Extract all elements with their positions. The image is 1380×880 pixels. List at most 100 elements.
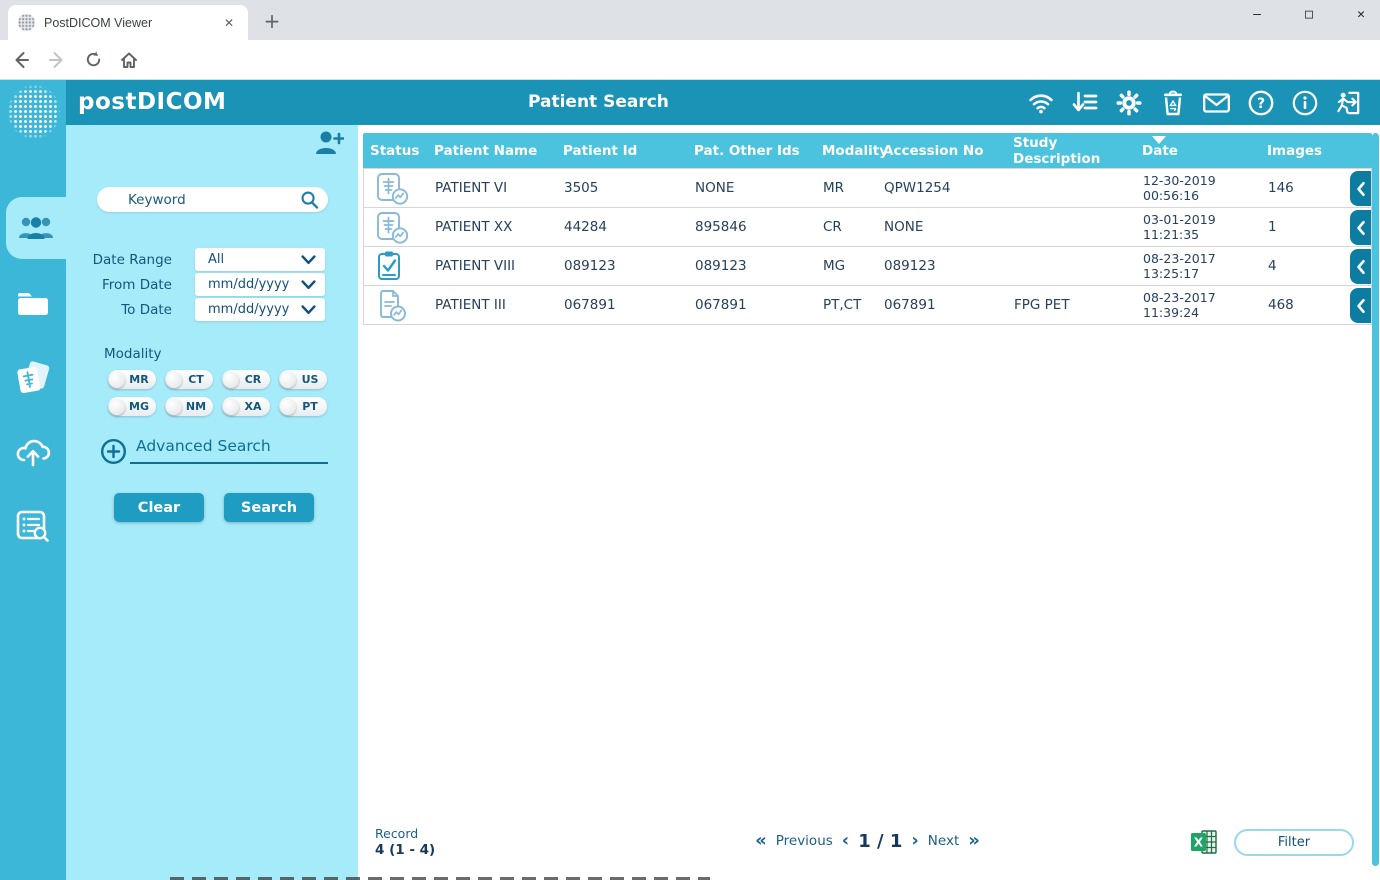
modality-cell: MR	[823, 180, 884, 196]
add-patient-button[interactable]	[314, 129, 344, 159]
to-date-label: To Date	[66, 302, 172, 318]
expand-row-button[interactable]	[1350, 171, 1371, 206]
pagination: « Previous ‹ 1 / 1 › Next »	[363, 830, 1372, 852]
filter-button[interactable]: Filter	[1234, 829, 1354, 856]
expand-row-button[interactable]	[1350, 210, 1371, 245]
keyword-search-icon[interactable]	[300, 190, 319, 209]
sidebar	[0, 125, 66, 880]
favicon-icon	[18, 14, 35, 31]
column-header-date[interactable]: Date	[1142, 133, 1267, 169]
column-header-other-ids[interactable]: Pat. Other Ids	[694, 133, 822, 169]
toggle-knob	[109, 372, 125, 388]
chevron-down-icon	[301, 254, 316, 265]
patient-name-cell: PATIENT XX	[435, 219, 564, 235]
clear-button[interactable]: Clear	[114, 493, 204, 522]
keyword-input[interactable]	[97, 187, 328, 212]
new-tab-button[interactable]: +	[258, 8, 286, 36]
sidebar-item-studies[interactable]	[0, 347, 66, 409]
column-header-modality[interactable]: Modality	[822, 133, 883, 169]
logout-icon[interactable]	[1335, 89, 1362, 116]
modality-option-label: CR	[239, 373, 270, 386]
window-maximize-button[interactable]: □	[1298, 2, 1320, 28]
refresh-button[interactable]	[78, 45, 108, 75]
table-row[interactable]: PATIENT XX 44284 895846 CR NONE 03-01-20…	[363, 207, 1372, 247]
modality-option-label: MG	[125, 400, 156, 413]
modality-toggle-ct[interactable]: CT	[165, 370, 213, 389]
table-row[interactable]: PATIENT VI 3505 NONE MR QPW1254 12-30-20…	[363, 168, 1372, 208]
from-date-select[interactable]: mm/dd/yyyy	[195, 273, 325, 296]
browser-tab[interactable]: PostDICOM Viewer ✕	[8, 5, 248, 40]
column-header-patient-id[interactable]: Patient Id	[563, 133, 694, 169]
postdicom-globe-logo-icon	[8, 84, 60, 140]
info-icon[interactable]	[1291, 89, 1318, 116]
browser-tab-strip: PostDICOM Viewer ✕ + — □ ✕	[0, 0, 1380, 40]
modality-toggle-xa[interactable]: XA	[222, 397, 270, 416]
window-minimize-button[interactable]: —	[1246, 2, 1268, 28]
home-button[interactable]	[114, 45, 144, 75]
table-body: PATIENT VI 3505 NONE MR QPW1254 12-30-20…	[363, 169, 1372, 325]
table-row[interactable]: PATIENT III 067891 067891 PT,CT 067891 F…	[363, 285, 1372, 325]
search-button[interactable]: Search	[224, 493, 314, 522]
mail-icon[interactable]	[1203, 89, 1230, 116]
date-range-value: All	[208, 252, 301, 267]
modality-toggle-cr[interactable]: CR	[222, 370, 270, 389]
window-close-button[interactable]: ✕	[1350, 2, 1372, 28]
page-indicator: 1 / 1	[858, 831, 902, 852]
column-header-study-description[interactable]: Study Description	[1013, 133, 1142, 169]
chevron-down-icon	[301, 304, 316, 315]
excel-export-icon[interactable]: X	[1190, 829, 1217, 855]
first-page-button[interactable]: «	[755, 830, 767, 852]
sidebar-item-patients[interactable]	[6, 197, 66, 259]
study-report-status-icon	[375, 211, 409, 244]
help-icon[interactable]: ?	[1247, 89, 1274, 116]
toggle-knob	[223, 372, 239, 388]
cloud-upload-icon	[14, 437, 52, 467]
column-header-images[interactable]: Images	[1267, 133, 1372, 169]
to-date-select[interactable]: mm/dd/yyyy	[195, 298, 325, 321]
app-body: Date Range All From Date mm/dd/yyyy To D…	[0, 125, 1380, 880]
trash-icon[interactable]	[1159, 89, 1186, 116]
column-header-patient-name[interactable]: Patient Name	[434, 133, 563, 169]
next-page-button[interactable]: Next	[928, 833, 959, 849]
table-row[interactable]: PATIENT VIII 089123 089123 MG 089123 08-…	[363, 246, 1372, 286]
next-page-chevron-icon[interactable]: ›	[911, 830, 918, 852]
column-header-status[interactable]: Status	[370, 133, 434, 169]
back-button[interactable]	[6, 45, 36, 75]
modality-toggle-mg[interactable]: MG	[108, 397, 156, 416]
modality-label: Modality	[104, 346, 162, 362]
forward-button[interactable]	[42, 45, 72, 75]
previous-page-button[interactable]: Previous	[776, 833, 833, 849]
from-date-label: From Date	[66, 277, 172, 293]
toggle-knob	[109, 399, 125, 415]
wifi-icon[interactable]	[1027, 89, 1054, 116]
date-cell: 08-23-201711:39:24	[1143, 290, 1268, 320]
sidebar-item-folders[interactable]	[0, 273, 66, 335]
tab-close-icon[interactable]: ✕	[220, 14, 238, 32]
expand-row-button[interactable]	[1350, 288, 1371, 323]
table-scrollbar[interactable]	[1372, 133, 1379, 866]
last-page-button[interactable]: »	[968, 830, 980, 852]
column-header-accession-no[interactable]: Accession No	[883, 133, 1013, 169]
patient-id-cell: 3505	[564, 180, 695, 196]
date-range-select[interactable]: All	[195, 248, 325, 271]
modality-option-label: PT	[296, 400, 327, 413]
modality-cell: PT,CT	[823, 297, 884, 313]
modality-option-label: NM	[182, 400, 213, 413]
modality-toggle-us[interactable]: US	[279, 370, 327, 389]
settings-icon[interactable]	[1115, 89, 1142, 116]
sidebar-item-search-logs[interactable]	[0, 495, 66, 557]
to-date-value: mm/dd/yyyy	[208, 302, 301, 317]
advanced-search-link[interactable]: Advanced Search	[100, 437, 330, 477]
previous-page-chevron-icon[interactable]: ‹	[842, 830, 849, 852]
sidebar-item-upload[interactable]	[0, 421, 66, 483]
accession-no-cell: 089123	[884, 258, 1014, 274]
modality-toggle-pt[interactable]: PT	[279, 397, 327, 416]
download-queue-icon[interactable]	[1071, 89, 1098, 116]
other-ids-cell: NONE	[695, 180, 823, 196]
svg-text:X: X	[1194, 836, 1204, 850]
modality-toggle-nm[interactable]: NM	[165, 397, 213, 416]
modality-toggle-mr[interactable]: MR	[108, 370, 156, 389]
folder-icon	[16, 291, 50, 317]
expand-row-button[interactable]	[1350, 249, 1371, 284]
advanced-search-label: Advanced Search	[136, 437, 271, 455]
